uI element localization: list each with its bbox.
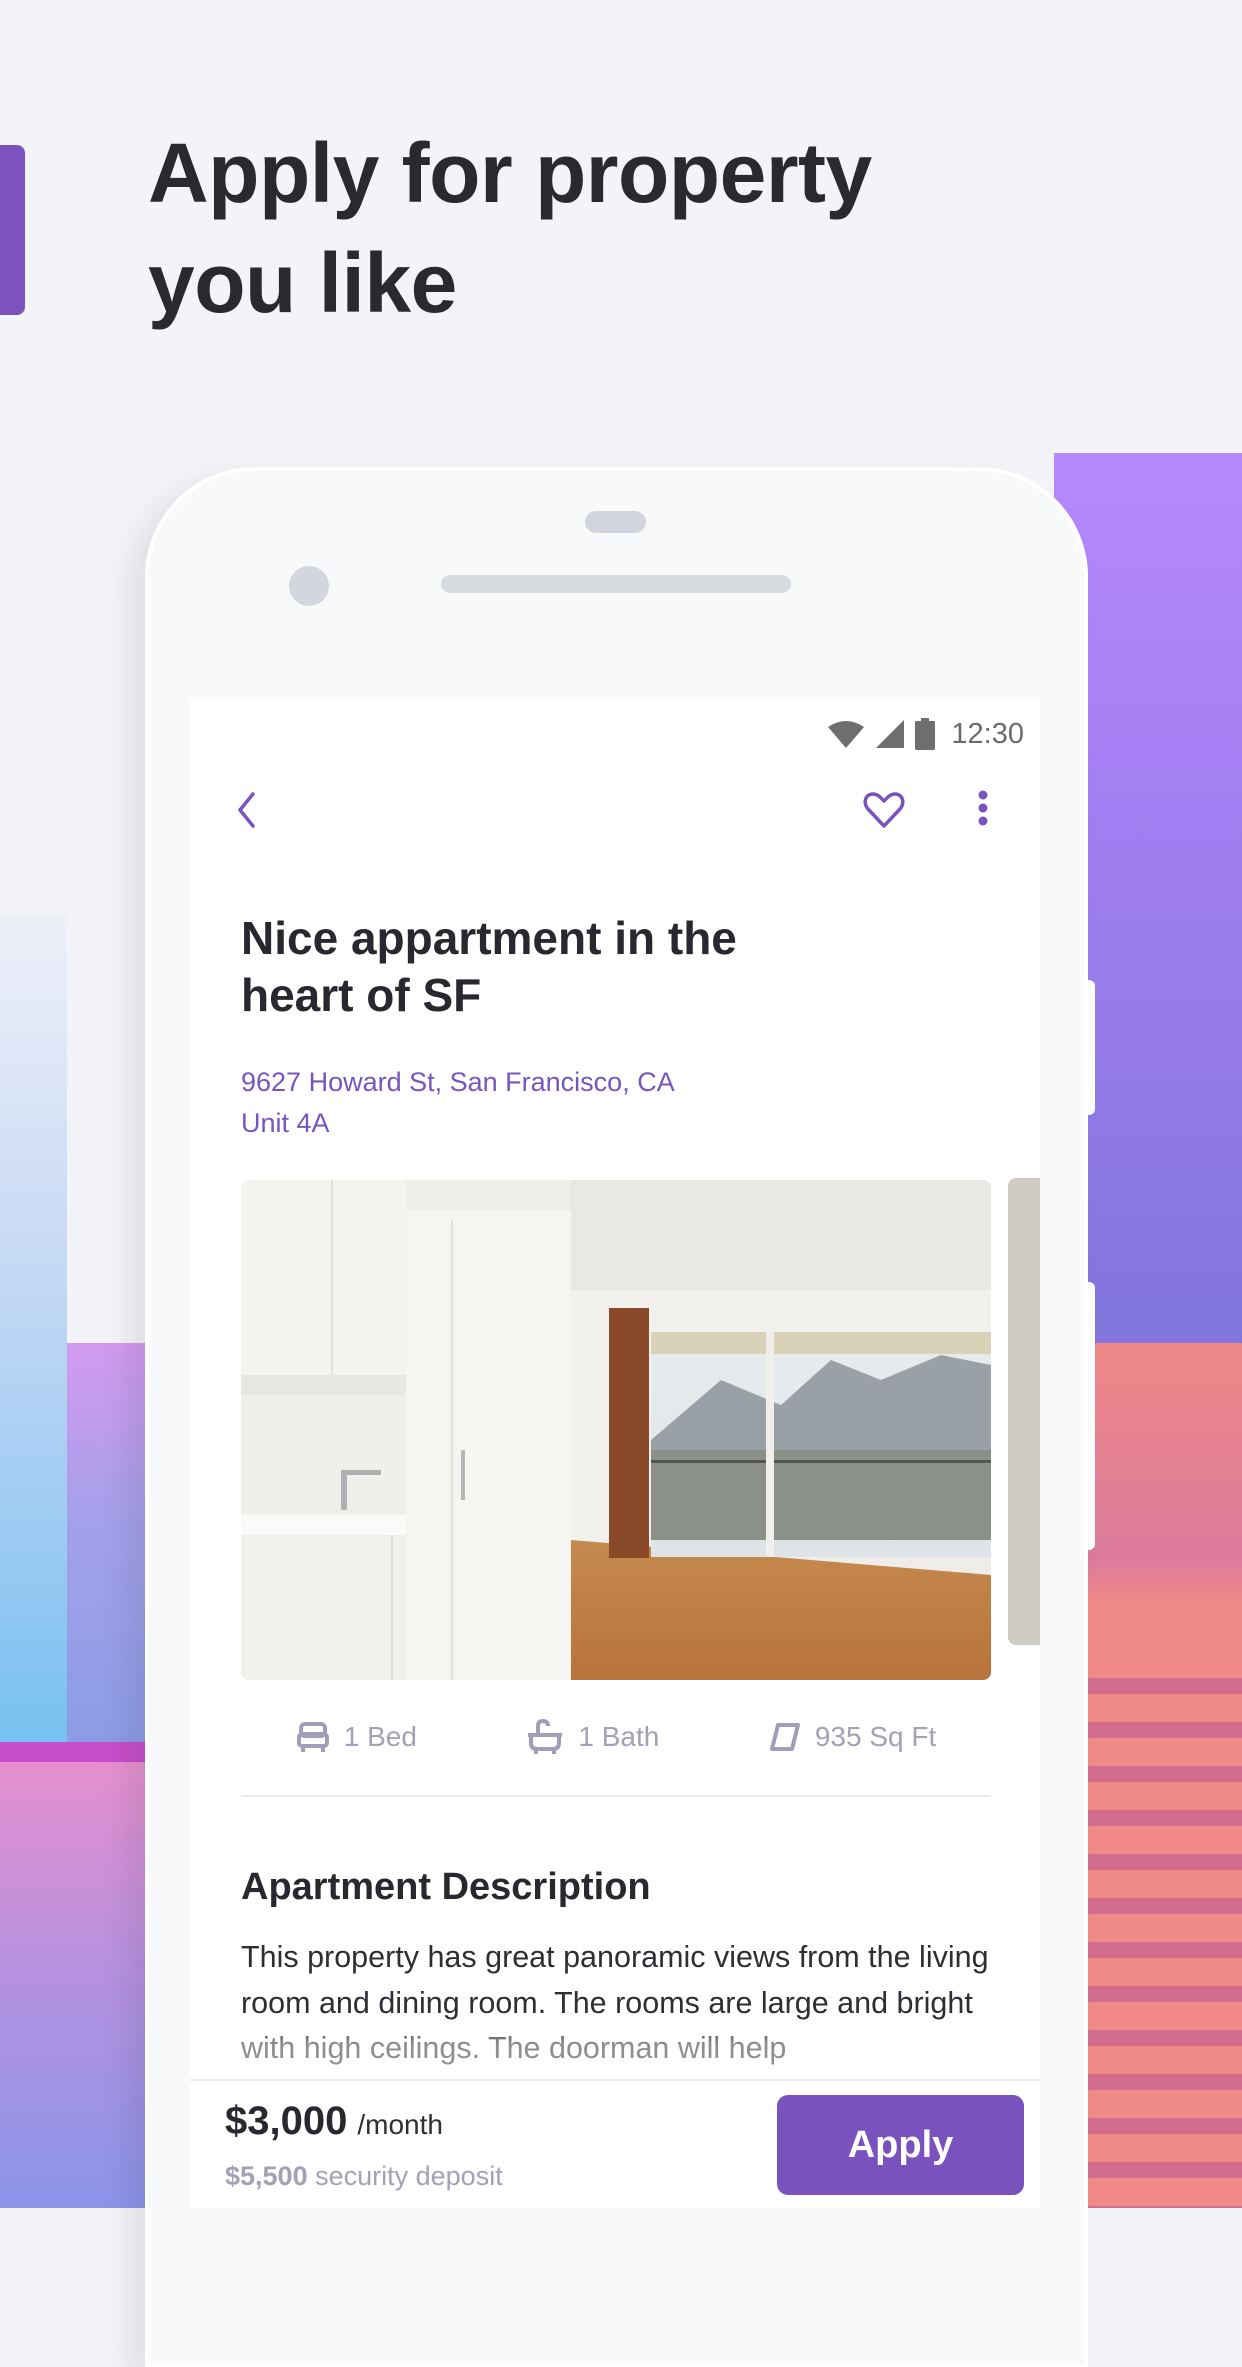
address-unit: Unit 4A xyxy=(241,1108,330,1138)
feature-area: 935 Sq Ft xyxy=(769,1721,936,1753)
phone-sensor xyxy=(585,511,646,533)
listing-photo[interactable] xyxy=(241,1180,991,1680)
features-divider xyxy=(241,1795,991,1797)
decor-stripe-left xyxy=(0,1742,157,1762)
listing-title-line-1: Nice appartment in the xyxy=(241,912,737,964)
cellular-signal-icon xyxy=(876,720,905,748)
next-photo-preview[interactable] xyxy=(1008,1178,1040,1645)
feature-beds: 1 Bed xyxy=(296,1721,417,1753)
battery-icon xyxy=(915,718,936,750)
feature-baths-label: 1 Bath xyxy=(578,1721,660,1752)
favorite-button[interactable] xyxy=(862,790,906,830)
price-row: $3,000 /month xyxy=(225,2099,443,2144)
phone-screen: 12:30 Nice appartment in the heart of SF… xyxy=(190,700,1040,2208)
listing-address[interactable]: 9627 Howard St, San Francisco, CA Unit 4… xyxy=(241,1062,675,1144)
phone-camera xyxy=(289,566,329,606)
listing-title: Nice appartment in the heart of SF xyxy=(241,910,861,1024)
features-row: 1 Bed 1 Bath 935 Sq Ft xyxy=(241,1715,991,1759)
phone-earpiece xyxy=(441,575,791,593)
decor-block-left-purple xyxy=(67,1343,157,1742)
decor-block-left-bottom xyxy=(0,1762,157,2208)
feature-baths: 1 Bath xyxy=(526,1719,659,1755)
heart-outline-icon xyxy=(863,792,905,828)
apply-button[interactable]: Apply xyxy=(777,2095,1024,2195)
deposit-row: $5,500 security deposit xyxy=(225,2161,503,2192)
more-vertical-icon xyxy=(978,790,988,826)
chevron-left-icon xyxy=(238,792,255,828)
price-period: /month xyxy=(357,2109,443,2140)
address-street: 9627 Howard St, San Francisco, CA xyxy=(241,1067,675,1097)
deposit-label: security deposit xyxy=(315,2161,503,2191)
wifi-icon xyxy=(828,721,865,748)
monthly-price: $3,000 xyxy=(225,2099,348,2143)
more-options-button[interactable] xyxy=(970,788,996,832)
feature-beds-label: 1 Bed xyxy=(343,1721,417,1752)
area-icon xyxy=(769,1723,800,1751)
headline-line-1: Apply for property xyxy=(148,126,872,220)
description-heading: Apartment Description xyxy=(241,1866,651,1908)
status-time: 12:30 xyxy=(951,717,1024,750)
price-footer: $3,000 /month $5,500 security deposit Ap… xyxy=(190,2079,1040,2208)
description-fade xyxy=(190,2020,1040,2080)
feature-area-label: 935 Sq Ft xyxy=(814,1721,937,1752)
accent-bar xyxy=(0,145,25,315)
status-bar: 12:30 xyxy=(827,714,1024,754)
promo-headline: Apply for property you like xyxy=(148,118,1048,338)
deposit-amount: $5,500 xyxy=(225,2161,308,2191)
back-button[interactable] xyxy=(230,788,270,832)
apartment-photo-illustration xyxy=(241,1180,991,1680)
bed-icon xyxy=(296,1722,329,1752)
headline-line-2: you like xyxy=(148,236,457,330)
bathtub-icon xyxy=(528,1719,563,1754)
decor-block-left-blue xyxy=(0,915,67,1742)
listing-title-line-2: heart of SF xyxy=(241,969,482,1021)
